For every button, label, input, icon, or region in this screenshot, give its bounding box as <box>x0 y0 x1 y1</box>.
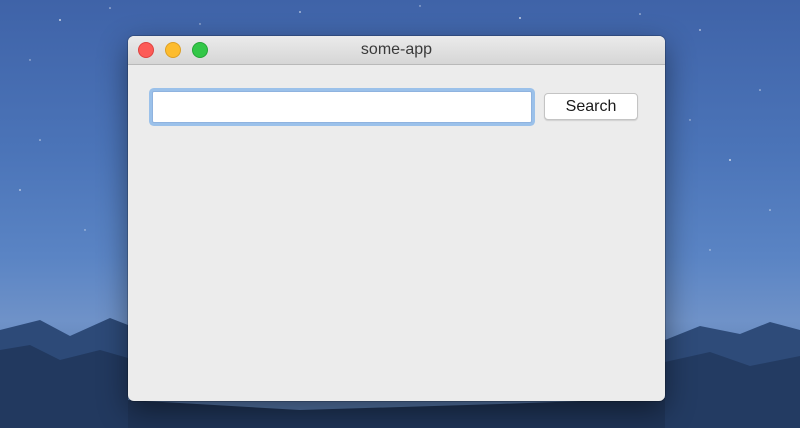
app-window: some-app Search <box>128 36 665 401</box>
search-input[interactable] <box>152 91 532 123</box>
title-bar[interactable]: some-app <box>128 36 665 65</box>
search-button[interactable]: Search <box>544 93 638 120</box>
window-title: some-app <box>360 41 433 58</box>
